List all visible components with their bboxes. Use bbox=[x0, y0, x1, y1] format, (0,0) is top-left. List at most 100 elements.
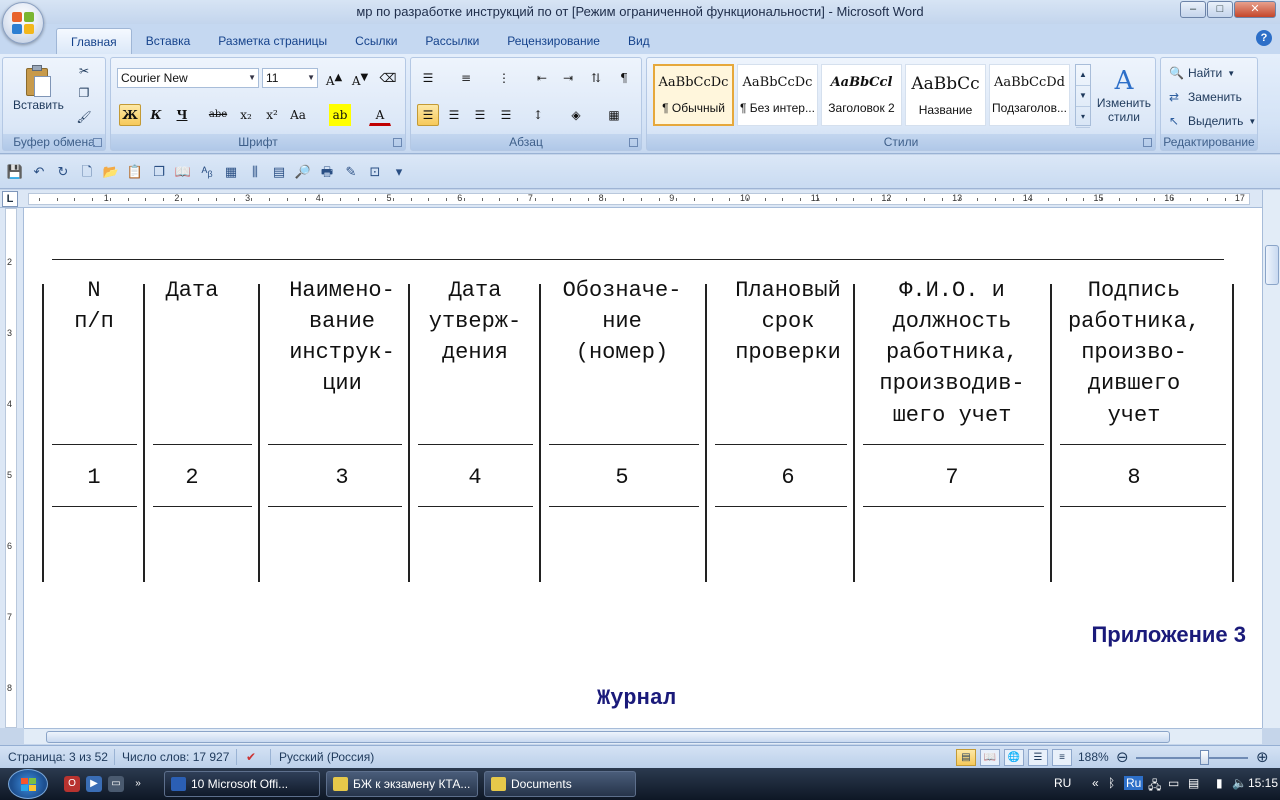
style-title[interactable]: AaBbCc Название bbox=[905, 64, 986, 126]
justify-button[interactable]: ☰ bbox=[495, 104, 517, 126]
font-color-icon[interactable]: A bbox=[369, 104, 391, 126]
outline-view-button[interactable]: ☰ bbox=[1028, 749, 1048, 766]
borders-icon[interactable]: ▦ bbox=[603, 104, 625, 126]
paragraph-launcher-icon[interactable] bbox=[629, 138, 638, 147]
tab-view[interactable]: Вид bbox=[614, 28, 664, 54]
start-button[interactable] bbox=[8, 769, 48, 799]
print-layout-view-button[interactable]: ▤ bbox=[956, 749, 976, 766]
preview-icon[interactable]: 🔎 bbox=[294, 163, 312, 181]
zoom-slider[interactable] bbox=[1136, 757, 1248, 759]
zoom-out-icon[interactable]: ⊖ bbox=[1116, 748, 1129, 766]
zoom-fit-icon[interactable]: ⊡ bbox=[366, 163, 384, 181]
bluetooth-icon[interactable]: ᛒ bbox=[1108, 776, 1115, 790]
numbering-icon[interactable]: ≡ bbox=[455, 67, 477, 89]
vertical-scrollbar[interactable] bbox=[1262, 190, 1280, 728]
decrease-indent-icon[interactable]: ⇤ bbox=[531, 67, 553, 89]
find-button[interactable]: 🔍 Найти ▼ bbox=[1169, 66, 1235, 80]
copy-icon[interactable]: ❐ bbox=[75, 84, 93, 102]
bullets-icon[interactable]: ☰ bbox=[417, 67, 439, 89]
language-indicator[interactable]: Русский (Россия) bbox=[279, 750, 374, 764]
paste-button[interactable]: Вставить bbox=[13, 64, 64, 112]
increase-indent-icon[interactable]: ⇥ bbox=[557, 67, 579, 89]
change-styles-button[interactable]: A Изменить стили bbox=[1095, 66, 1153, 124]
office-button[interactable] bbox=[2, 2, 44, 44]
clock[interactable]: 15:15 bbox=[1248, 776, 1278, 790]
document-page[interactable]: Приложение 3 Журнал N Дата Наимено- Дата Обо… bbox=[24, 208, 1262, 728]
minimize-button[interactable]: – bbox=[1180, 1, 1206, 18]
task-documents[interactable]: Documents bbox=[484, 771, 636, 797]
style-heading-2[interactable]: AaBbCcl Заголовок 2 bbox=[821, 64, 902, 126]
format-painter-icon[interactable]: 🖌 bbox=[75, 108, 93, 126]
strikethrough-button[interactable]: abe bbox=[207, 104, 229, 126]
web-layout-view-button[interactable]: 🌐 bbox=[1004, 749, 1024, 766]
font-name-dropdown[interactable]: Courier New ▼ bbox=[117, 68, 259, 88]
word-count[interactable]: Число слов: 17 927 bbox=[122, 750, 229, 764]
vertical-ruler-strip[interactable]: 2 3 4 5 6 7 8 bbox=[5, 208, 17, 728]
style-no-spacing[interactable]: AaBbCcDc ¶ Без интер... bbox=[737, 64, 818, 126]
superscript-button[interactable]: x² bbox=[261, 104, 283, 126]
shading-icon[interactable]: ◈ bbox=[565, 104, 587, 126]
task-document[interactable]: БЖ к экзамену КТА... bbox=[326, 771, 478, 797]
line-spacing-icon[interactable]: ↕ bbox=[527, 104, 549, 126]
tab-mailings[interactable]: Рассылки bbox=[411, 28, 493, 54]
zoom-slider-knob[interactable] bbox=[1200, 750, 1209, 765]
quick-launch-more-icon[interactable]: » bbox=[130, 776, 146, 792]
close-button[interactable]: ✕ bbox=[1234, 1, 1276, 18]
tab-insert[interactable]: Вставка bbox=[132, 28, 205, 54]
columns-icon[interactable]: ⫼ bbox=[246, 163, 264, 181]
network-icon[interactable]: 🖧 bbox=[1148, 776, 1161, 797]
help-icon[interactable]: ? bbox=[1256, 30, 1272, 46]
bold-button[interactable]: Ж bbox=[119, 104, 141, 126]
style-normal[interactable]: AaBbCcDc ¶ Обычный bbox=[653, 64, 734, 126]
align-right-button[interactable]: ☰ bbox=[469, 104, 491, 126]
styles-launcher-icon[interactable] bbox=[1143, 138, 1152, 147]
grow-font-button[interactable]: A▲ bbox=[323, 67, 345, 89]
insert-icon[interactable]: ▤ bbox=[270, 163, 288, 181]
tab-review[interactable]: Рецензирование bbox=[493, 28, 614, 54]
change-case-button[interactable]: Aa bbox=[287, 104, 309, 126]
undo-icon[interactable]: ↶ bbox=[30, 163, 48, 181]
show-marks-icon[interactable]: ¶ bbox=[613, 67, 635, 89]
volume-icon[interactable]: 🔈 bbox=[1232, 776, 1247, 790]
clear-format-icon[interactable]: ⌫ bbox=[377, 67, 399, 89]
new-document-icon[interactable]: 🗋 bbox=[78, 163, 96, 181]
zoom-level[interactable]: 188% bbox=[1078, 750, 1109, 764]
zoom-in-icon[interactable]: ⊕ bbox=[1256, 748, 1269, 766]
copy-qat-icon[interactable]: ❐ bbox=[150, 163, 168, 181]
qat-more-icon[interactable]: ▾ bbox=[390, 163, 408, 181]
cut-icon[interactable]: ✂ bbox=[75, 62, 93, 80]
table-icon[interactable]: ▦ bbox=[222, 163, 240, 181]
book-icon[interactable]: 📖 bbox=[174, 163, 192, 181]
media-player-icon[interactable]: ▶ bbox=[86, 776, 102, 792]
highlight-icon[interactable]: ab bbox=[329, 104, 351, 126]
shrink-font-button[interactable]: A▼ bbox=[349, 67, 371, 89]
font-launcher-icon[interactable] bbox=[393, 138, 402, 147]
edit-icon[interactable]: ✎ bbox=[342, 163, 360, 181]
ruler-strip[interactable]: 1 2 3 4 5 6 7 8 9 10 11 12 13 14 15 16 17 bbox=[28, 193, 1250, 205]
device-icon[interactable]: ▤ bbox=[1188, 776, 1199, 790]
open-icon[interactable]: 📂 bbox=[102, 163, 120, 181]
page-count[interactable]: Страница: 3 из 52 bbox=[8, 750, 108, 764]
maximize-button[interactable]: □ bbox=[1207, 1, 1233, 18]
spelling-check-icon[interactable]: ✔ bbox=[246, 750, 256, 764]
styles-gallery-scroll[interactable]: ▲ ▼ ▾ bbox=[1075, 64, 1091, 128]
opera-icon[interactable]: O bbox=[64, 776, 80, 792]
display-icon[interactable]: ▭ bbox=[1168, 776, 1179, 790]
tab-references[interactable]: Ссылки bbox=[341, 28, 411, 54]
tab-page-layout[interactable]: Разметка страницы bbox=[204, 28, 341, 54]
align-left-button[interactable]: ☰ bbox=[417, 104, 439, 126]
tab-selector-icon[interactable]: L bbox=[2, 191, 18, 207]
tab-home[interactable]: Главная bbox=[56, 28, 132, 54]
spelling-icon[interactable]: ᴬᵦ bbox=[198, 163, 216, 181]
battery-icon[interactable]: ▮ bbox=[1216, 776, 1223, 790]
font-size-dropdown[interactable]: 11 ▼ bbox=[262, 68, 318, 88]
redo-icon[interactable]: ↻ bbox=[54, 163, 72, 181]
underline-button[interactable]: Ч bbox=[171, 104, 193, 126]
reading-view-button[interactable]: 📖 bbox=[980, 749, 1000, 766]
print-icon[interactable]: 🖶 bbox=[318, 163, 336, 181]
select-button[interactable]: ↖ Выделить ▼ bbox=[1169, 114, 1256, 128]
align-center-button[interactable]: ☰ bbox=[443, 104, 465, 126]
tray-language-indicator[interactable]: Ru bbox=[1124, 776, 1144, 790]
sort-icon[interactable]: ⇅ bbox=[585, 67, 607, 89]
clipboard-launcher-icon[interactable] bbox=[93, 138, 102, 147]
